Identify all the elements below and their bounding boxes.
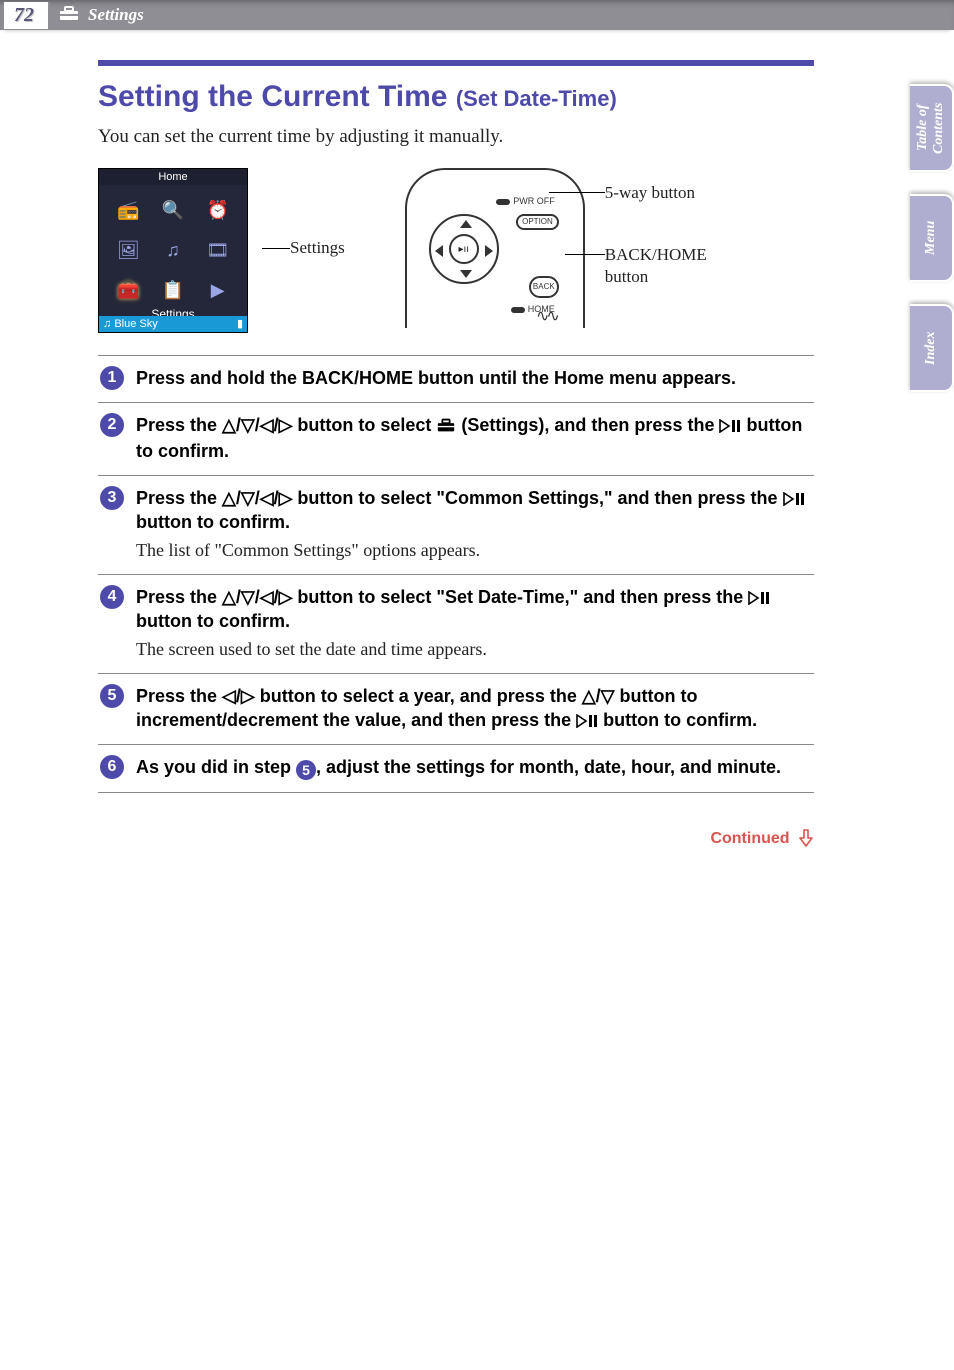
step-1: 1 Press and hold the BACK/HOME button un… bbox=[98, 355, 814, 402]
step-5: 5 Press the ◁/▷ button to select a year,… bbox=[98, 673, 814, 744]
now-playing-text: ♫ Blue Sky bbox=[103, 316, 158, 332]
play-pause-glyph bbox=[576, 714, 598, 728]
step-badge-6: 6 bbox=[100, 755, 124, 779]
tab-index[interactable]: Index bbox=[910, 304, 954, 392]
step-badge-5: 5 bbox=[100, 684, 124, 708]
step-3-sub: The list of "Common Settings" options ap… bbox=[136, 538, 814, 562]
direction-glyph: △/▽/◁/▷ bbox=[222, 415, 292, 435]
figures-row: Home 📻 🔍 ⏰ 🖼 ♫ 🎞 🧰 📋 ▶ Settings ♫ Blue S… bbox=[98, 168, 814, 333]
step-badge-3: 3 bbox=[100, 486, 124, 510]
step-badge-2: 2 bbox=[100, 413, 124, 437]
left-arrow-icon bbox=[435, 245, 443, 257]
title-rule bbox=[98, 60, 814, 66]
lr-glyph: ◁/▷ bbox=[222, 686, 255, 706]
toolbox-icon bbox=[50, 5, 88, 26]
toolbox-inline-icon bbox=[436, 417, 456, 437]
photo-icon: 🖼 bbox=[109, 233, 148, 267]
home-screen-figure: Home 📻 🔍 ⏰ 🖼 ♫ 🎞 🧰 📋 ▶ Settings ♫ Blue S… bbox=[98, 168, 248, 333]
page-title: Setting the Current Time (Set Date-Time) bbox=[98, 80, 814, 114]
tab-table-of-contents[interactable]: Table of Contents bbox=[910, 84, 954, 172]
direction-glyph: △/▽/◁/▷ bbox=[222, 587, 292, 607]
video-icon: 🎞 bbox=[198, 233, 237, 267]
side-tabs: Table of Contents Menu Index bbox=[910, 84, 954, 392]
battery-icon: ▮ bbox=[237, 316, 243, 332]
nowplaying-icon: ▶ bbox=[198, 273, 237, 307]
continued-label: Continued bbox=[98, 829, 814, 848]
back-button: BACK bbox=[529, 276, 559, 298]
steps-list: 1 Press and hold the BACK/HOME button un… bbox=[98, 355, 814, 793]
back-home-callout: BACK/HOME button bbox=[605, 244, 707, 288]
step-3-text: Press the △/▽/◁/▷ button to select "Comm… bbox=[136, 488, 805, 532]
step-ref-badge: 5 bbox=[296, 760, 316, 780]
continued-arrow-icon bbox=[798, 829, 814, 847]
radio-icon: 📻 bbox=[109, 193, 148, 227]
page-number: 72 bbox=[4, 2, 50, 29]
ud-glyph: △/▽ bbox=[582, 686, 615, 706]
step-badge-4: 4 bbox=[100, 585, 124, 609]
title-sub: (Set Date-Time) bbox=[456, 86, 617, 111]
five-way-pad: ▸ıı bbox=[429, 214, 499, 284]
home-grid: 📻 🔍 ⏰ 🖼 ♫ 🎞 🧰 📋 ▶ bbox=[99, 185, 247, 309]
right-arrow-icon bbox=[485, 245, 493, 257]
play-pause-glyph bbox=[783, 492, 805, 506]
playlist-icon: 📋 bbox=[154, 273, 193, 307]
power-off-label: PWR OFF bbox=[496, 196, 555, 206]
header-bar: 72 Settings bbox=[0, 0, 954, 30]
up-arrow-icon bbox=[460, 220, 472, 228]
step-5-text: Press the ◁/▷ button to select a year, a… bbox=[136, 686, 757, 730]
step-2: 2 Press the △/▽/◁/▷ button to select (Se… bbox=[98, 402, 814, 475]
play-pause-glyph bbox=[748, 591, 770, 605]
settings-callout: Settings bbox=[290, 238, 345, 258]
step-6: 6 As you did in step 5, adjust the setti… bbox=[98, 744, 814, 793]
down-arrow-icon bbox=[460, 270, 472, 278]
clock-icon: ⏰ bbox=[198, 193, 237, 227]
chapter-title: Settings bbox=[88, 5, 144, 25]
five-way-callout: 5-way button bbox=[605, 168, 707, 204]
tab-menu[interactable]: Menu bbox=[910, 194, 954, 282]
title-main: Setting the Current Time bbox=[98, 80, 447, 113]
step-4-text: Press the △/▽/◁/▷ button to select "Set … bbox=[136, 587, 770, 631]
direction-glyph: △/▽/◁/▷ bbox=[222, 488, 292, 508]
step-3: 3 Press the △/▽/◁/▷ button to select "Co… bbox=[98, 475, 814, 574]
step-4-sub: The screen used to set the date and time… bbox=[136, 637, 814, 661]
music-icon: ♫ bbox=[154, 233, 193, 267]
play-pause-center: ▸ıı bbox=[449, 234, 479, 264]
now-playing-bar: ♫ Blue Sky ▮ bbox=[99, 316, 247, 332]
home-screen-title: Home bbox=[99, 169, 247, 185]
lanyard-icon: ∿∿ bbox=[536, 306, 557, 326]
settings-icon: 🧰 bbox=[109, 273, 148, 307]
play-pause-glyph bbox=[719, 419, 741, 433]
step-badge-1: 1 bbox=[100, 366, 124, 390]
step-6-text: As you did in step 5, adjust the setting… bbox=[136, 757, 781, 777]
step-4: 4 Press the △/▽/◁/▷ button to select "Se… bbox=[98, 574, 814, 673]
step-1-text: Press and hold the BACK/HOME button unti… bbox=[136, 368, 736, 388]
search-icon: 🔍 bbox=[154, 193, 193, 227]
step-2-text: Press the △/▽/◁/▷ button to select (Sett… bbox=[136, 415, 802, 461]
intro-text: You can set the current time by adjustin… bbox=[98, 124, 814, 150]
option-button: OPTION bbox=[516, 214, 559, 230]
